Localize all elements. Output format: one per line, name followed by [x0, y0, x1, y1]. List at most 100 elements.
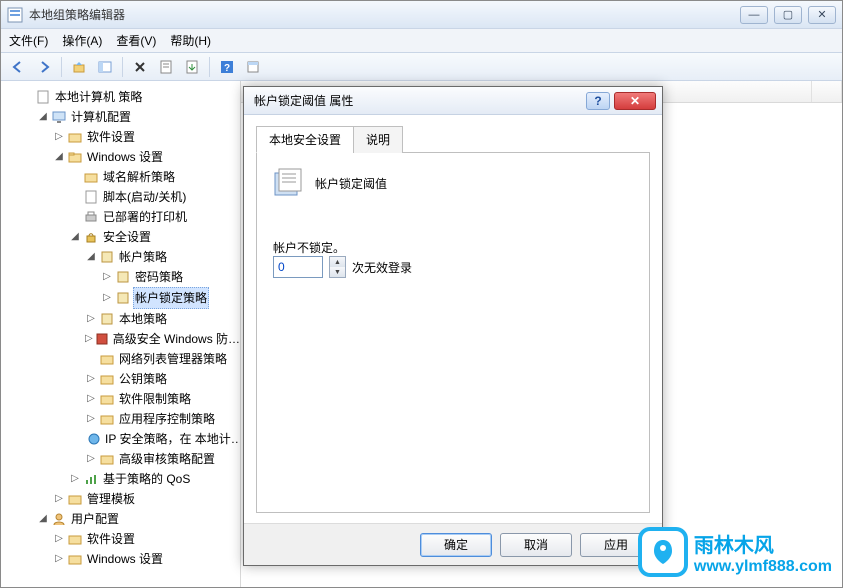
tree-user-config[interactable]: ◢用户配置 [37, 509, 236, 529]
maximize-button[interactable]: ▢ [774, 6, 802, 24]
expand-icon[interactable]: ▷ [53, 549, 65, 569]
tree-computer-config[interactable]: ◢ 计算机配置 [37, 107, 236, 127]
expand-icon[interactable]: ▷ [85, 449, 97, 469]
tree-advanced-audit[interactable]: ▷高级审核策略配置 [85, 449, 236, 469]
tree-account-policy[interactable]: ◢帐户策略 [85, 247, 236, 267]
tree-security-settings[interactable]: ◢安全设置 [69, 227, 236, 247]
tree-user-software[interactable]: ▷软件设置 [53, 529, 236, 549]
spinner-down-icon[interactable]: ▼ [330, 267, 345, 277]
tree-software-settings[interactable]: ▷软件设置 [53, 127, 236, 147]
expand-icon[interactable]: ▷ [85, 369, 97, 389]
cancel-button[interactable]: 取消 [500, 533, 572, 557]
collapse-icon[interactable]: ◢ [85, 247, 97, 267]
watermark-text: 雨林木风 [694, 529, 832, 558]
firewall-icon [95, 331, 109, 347]
back-icon[interactable] [7, 56, 29, 78]
title-bar: 本地组策略编辑器 — ▢ ✕ [1, 1, 842, 29]
delete-icon[interactable] [129, 56, 151, 78]
tree-scripts[interactable]: 脚本(启动/关机) [69, 187, 236, 207]
collapse-icon[interactable]: ◢ [69, 227, 81, 247]
dialog-title-bar[interactable]: 帐户锁定阈值 属性 ? ✕ [244, 87, 662, 115]
tree-advanced-firewall[interactable]: ▷高级安全 Windows 防… [85, 329, 236, 349]
computer-icon [51, 109, 67, 125]
menu-view[interactable]: 查看(V) [116, 32, 156, 49]
document-icon [35, 89, 51, 105]
folder-icon [67, 129, 83, 145]
expand-icon[interactable]: ▷ [53, 489, 65, 509]
expand-icon[interactable]: ▷ [101, 288, 113, 308]
tab-description[interactable]: 说明 [353, 126, 403, 153]
tree-ipsec[interactable]: IP 安全策略，在 本地计… [85, 429, 236, 449]
script-icon [83, 189, 99, 205]
tab-local-security[interactable]: 本地安全设置 [256, 126, 354, 153]
up-icon[interactable] [68, 56, 90, 78]
collapse-icon[interactable]: ◢ [37, 509, 49, 529]
folder-open-icon [67, 149, 83, 165]
tree-printers[interactable]: 已部署的打印机 [69, 207, 236, 227]
folder-icon [99, 391, 115, 407]
policy-title: 帐户锁定阈值 [315, 175, 387, 192]
folder-icon [99, 411, 115, 427]
policy-large-icon [273, 167, 305, 199]
show-hide-tree-icon[interactable] [94, 56, 116, 78]
expand-icon[interactable]: ▷ [53, 127, 65, 147]
main-window: 本地组策略编辑器 — ▢ ✕ 文件(F) 操作(A) 查看(V) 帮助(H) ? [0, 0, 843, 588]
tool-bar: ? [1, 53, 842, 81]
app-icon [7, 7, 23, 23]
tree-dns-policy[interactable]: 域名解析策略 [69, 167, 236, 187]
qos-icon [83, 471, 99, 487]
expand-icon[interactable]: ▷ [85, 409, 97, 429]
tree-root[interactable]: 本地计算机 策略 [21, 87, 236, 107]
folder-icon [99, 351, 115, 367]
properties-dialog: 帐户锁定阈值 属性 ? ✕ 本地安全设置 说明 帐户锁定阈值 帐户不锁定。 [243, 86, 663, 566]
filter-icon[interactable] [242, 56, 264, 78]
dialog-title: 帐户锁定阈值 属性 [254, 92, 586, 109]
expand-icon[interactable]: ▷ [85, 329, 93, 349]
printer-icon [83, 209, 99, 225]
forward-icon[interactable] [33, 56, 55, 78]
dialog-help-button[interactable]: ? [586, 92, 610, 110]
help-icon[interactable]: ? [216, 56, 238, 78]
menu-action[interactable]: 操作(A) [62, 32, 102, 49]
dialog-close-button[interactable]: ✕ [614, 92, 656, 110]
spinner-label: 次无效登录 [352, 259, 412, 276]
tab-strip: 本地安全设置 说明 [256, 125, 650, 153]
not-locked-label: 帐户不锁定。 [273, 239, 633, 256]
policy-icon [99, 249, 115, 265]
tree-pubkey[interactable]: ▷公钥策略 [85, 369, 236, 389]
tab-content: 帐户锁定阈值 帐户不锁定。 ▲ ▼ 次无效登录 [256, 153, 650, 513]
close-button[interactable]: ✕ [808, 6, 836, 24]
tree-admin-templates[interactable]: ▷管理模板 [53, 489, 236, 509]
tree-user-windows[interactable]: ▷Windows 设置 [53, 549, 236, 569]
expand-icon[interactable]: ▷ [53, 529, 65, 549]
tree-password-policy[interactable]: ▷密码策略 [101, 267, 236, 287]
threshold-input[interactable] [273, 256, 323, 278]
list-col-spacer [812, 81, 842, 102]
folder-icon [99, 451, 115, 467]
tree-software-restriction[interactable]: ▷软件限制策略 [85, 389, 236, 409]
tree-netlist[interactable]: 网络列表管理器策略 [85, 349, 236, 369]
expand-icon[interactable]: ▷ [85, 389, 97, 409]
minimize-button[interactable]: — [740, 6, 768, 24]
export-icon[interactable] [181, 56, 203, 78]
ok-button[interactable]: 确定 [420, 533, 492, 557]
collapse-icon[interactable]: ◢ [37, 107, 49, 127]
properties-icon[interactable] [155, 56, 177, 78]
menu-help[interactable]: 帮助(H) [170, 32, 211, 49]
tree-appcontrol[interactable]: ▷应用程序控制策略 [85, 409, 236, 429]
expand-icon[interactable]: ▷ [101, 267, 113, 287]
tree-qos[interactable]: ▷基于策略的 QoS [69, 469, 236, 489]
menu-file[interactable]: 文件(F) [9, 32, 48, 49]
expand-icon[interactable]: ▷ [69, 469, 81, 489]
spinner-buttons[interactable]: ▲ ▼ [329, 256, 346, 278]
folder-icon [67, 491, 83, 507]
tree-lockout-policy[interactable]: ▷帐户锁定策略 [101, 287, 236, 309]
tree-local-policy[interactable]: ▷本地策略 [85, 309, 236, 329]
collapse-icon[interactable]: ◢ [53, 147, 65, 167]
tree-windows-settings[interactable]: ◢Windows 设置 [53, 147, 236, 167]
window-title: 本地组策略编辑器 [29, 6, 740, 23]
expand-icon[interactable]: ▷ [85, 309, 97, 329]
dialog-footer: 确定 取消 应用 [244, 523, 662, 565]
spinner-up-icon[interactable]: ▲ [330, 257, 345, 267]
tree-pane[interactable]: 本地计算机 策略 ◢ 计算机配置 ▷软件设置 [1, 81, 241, 587]
